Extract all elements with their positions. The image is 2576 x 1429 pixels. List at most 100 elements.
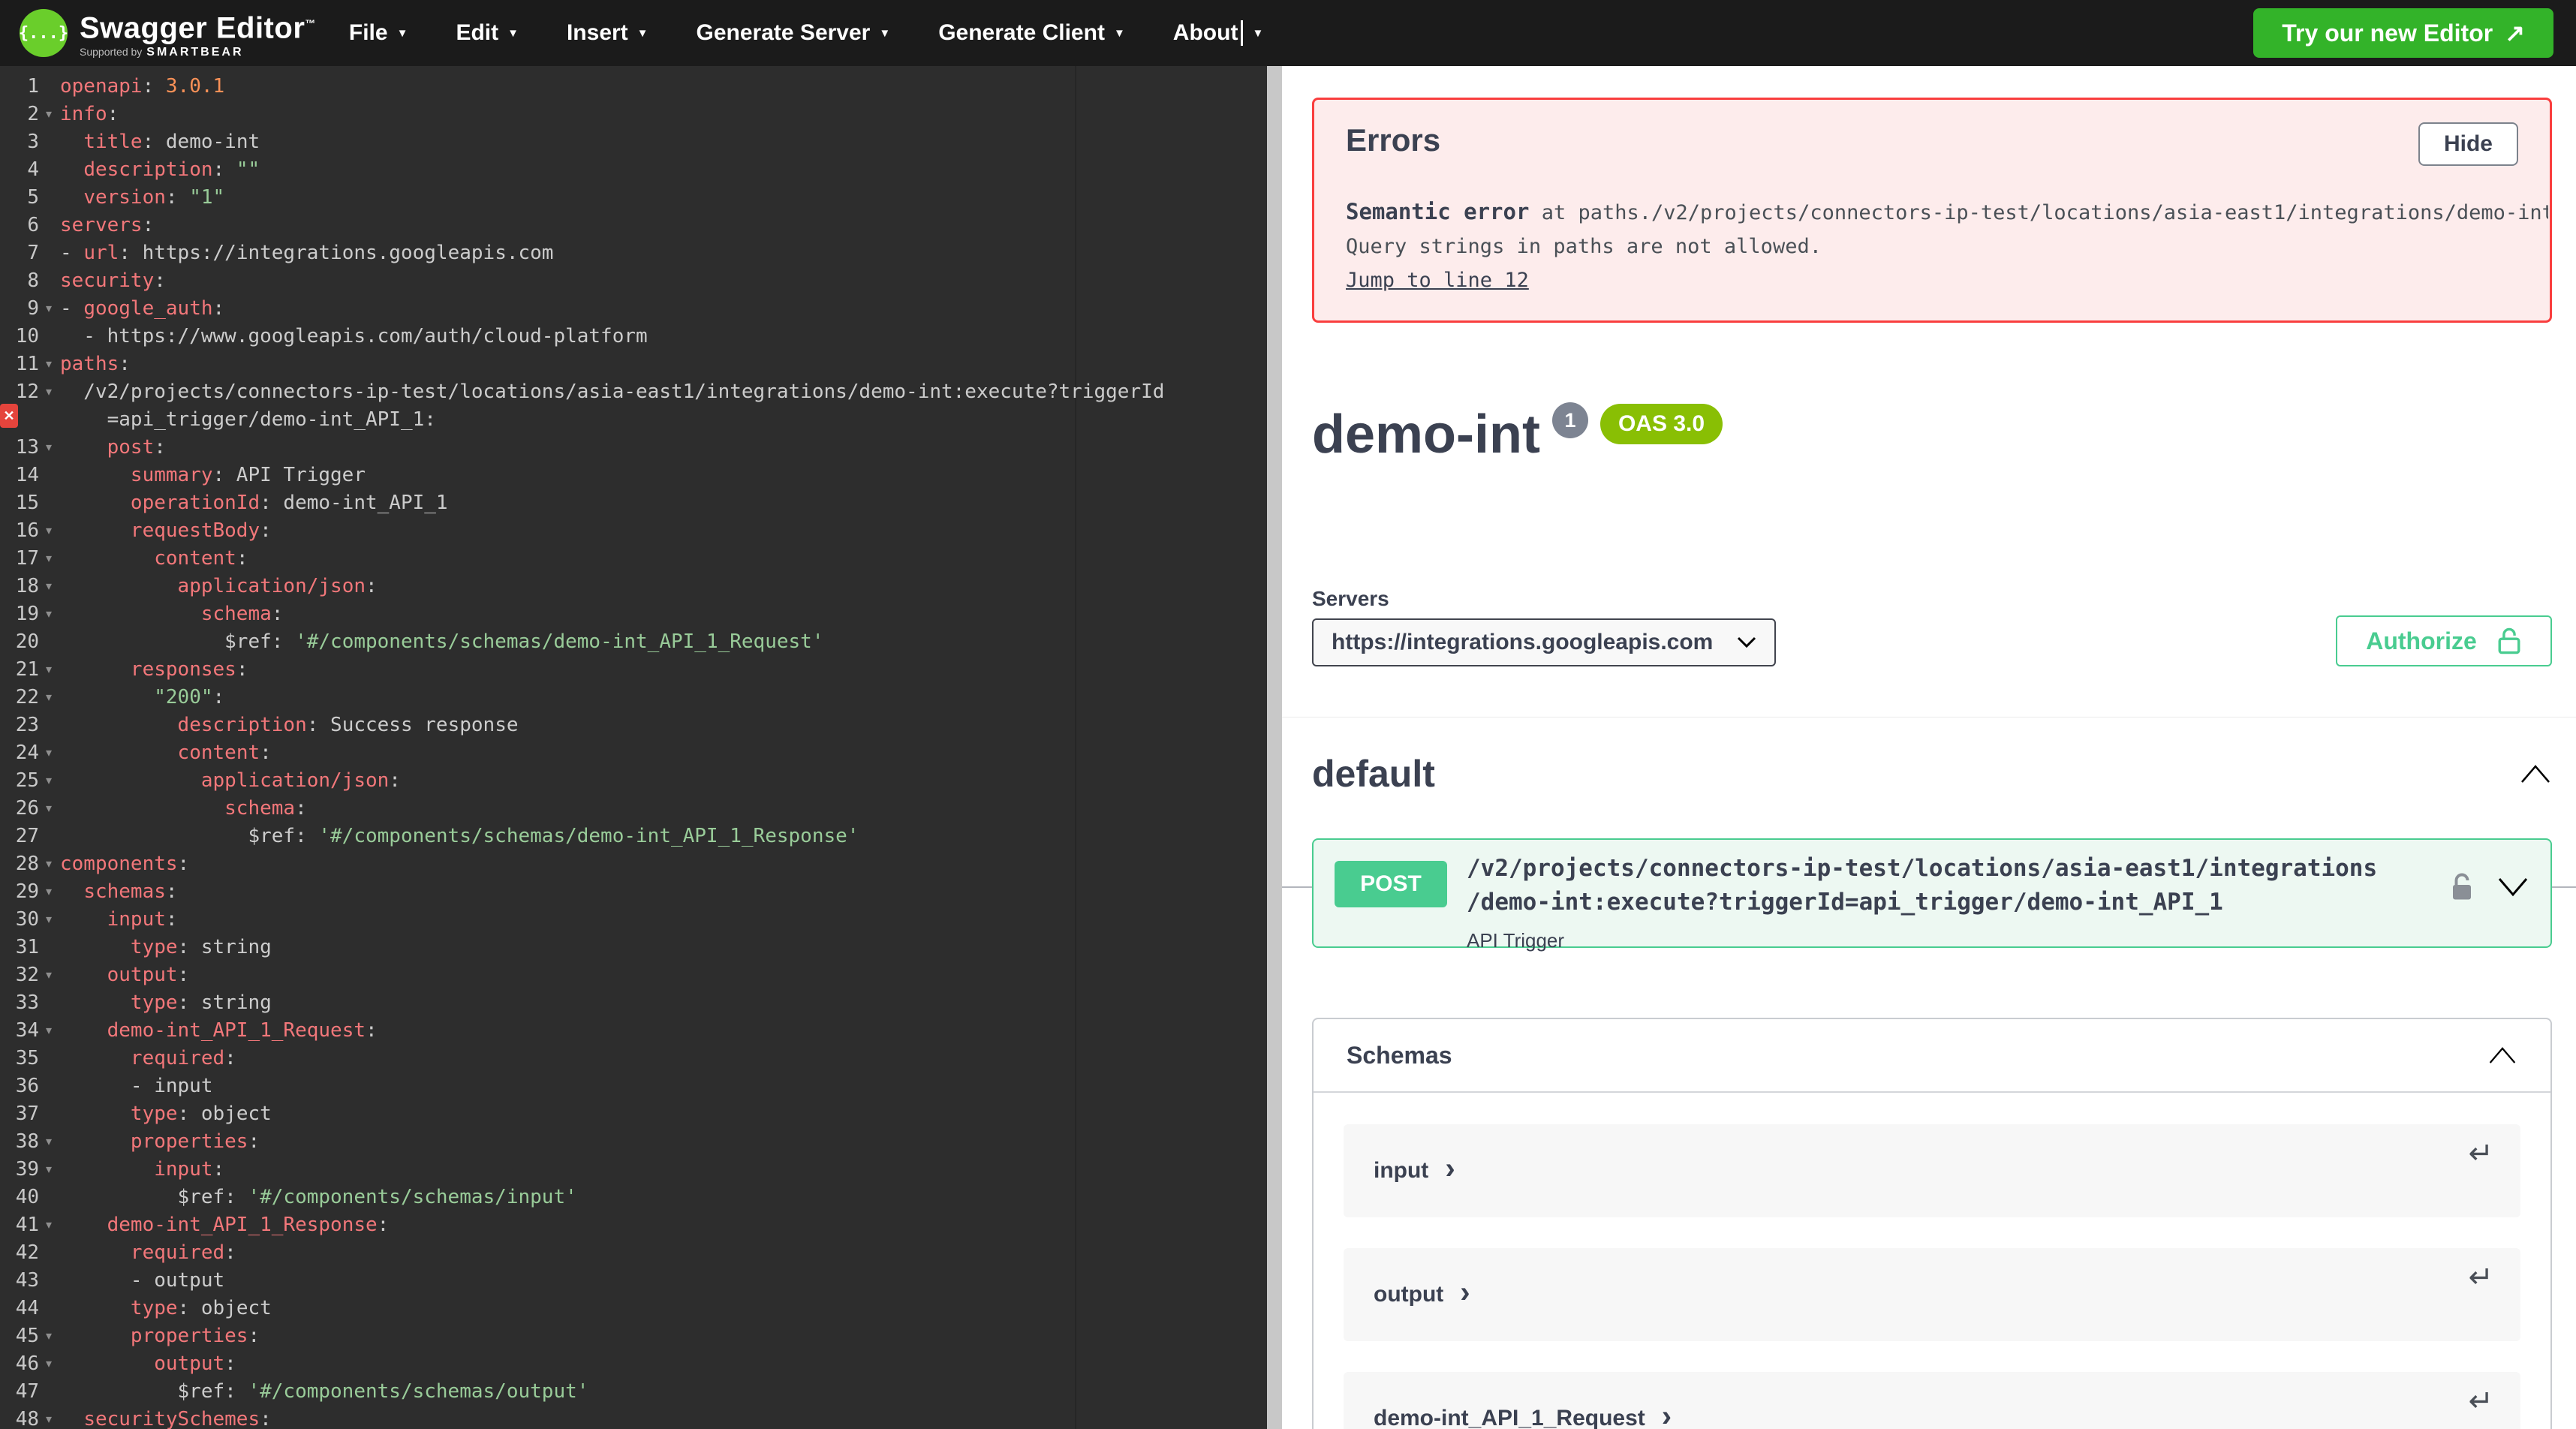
fold-arrow-icon[interactable]: ▾ xyxy=(39,850,59,878)
fold-arrow-icon[interactable]: ▾ xyxy=(39,545,59,573)
fold-arrow-icon[interactable]: ▾ xyxy=(39,795,59,823)
fold-arrow-icon[interactable]: ▾ xyxy=(39,739,59,767)
fold-arrow-icon[interactable]: ▾ xyxy=(39,378,59,406)
code-line[interactable]: 10 - https://www.googleapis.com/auth/clo… xyxy=(0,323,1267,350)
code-line[interactable]: 32 ▾ output: xyxy=(0,961,1267,989)
fold-arrow-icon[interactable]: ▾ xyxy=(39,684,59,711)
code-line[interactable]: 23 description: Success response xyxy=(0,711,1267,739)
authorize-button[interactable]: Authorize xyxy=(2336,615,2552,666)
code-line[interactable]: 24 ▾ content: xyxy=(0,739,1267,767)
expand-toggle-icon[interactable]: › xyxy=(1460,1277,1470,1307)
fold-arrow-icon[interactable]: ▾ xyxy=(39,961,59,989)
code-line[interactable]: 18 ▾ application/json: xyxy=(0,573,1267,600)
fold-arrow-icon[interactable]: ▾ xyxy=(39,906,59,934)
server-select[interactable]: https://integrations.googleapis.com xyxy=(1312,618,1776,666)
code-line[interactable]: 15 operationId: demo-int_API_1 xyxy=(0,489,1267,517)
schemas-header[interactable]: Schemas xyxy=(1314,1019,2550,1093)
code-line[interactable]: 34 ▾ demo-int_API_1_Request: xyxy=(0,1017,1267,1045)
fold-arrow-icon[interactable]: ▾ xyxy=(39,600,59,628)
code-line[interactable]: 38 ▾ properties: xyxy=(0,1128,1267,1156)
code-line[interactable]: 4 description: "" xyxy=(0,156,1267,184)
fold-arrow-icon[interactable]: ▾ xyxy=(39,101,59,128)
code-line[interactable]: 2 ▾ info: xyxy=(0,101,1267,128)
code-line[interactable]: 3 title: demo-int xyxy=(0,128,1267,156)
menu-item-file[interactable]: File ▼ xyxy=(349,20,408,46)
fold-arrow-icon[interactable]: ▾ xyxy=(39,1350,59,1378)
operation-post-row[interactable]: POST /v2/projects/connectors-ip-test/loc… xyxy=(1312,838,2552,952)
code-line[interactable]: 9 ▾ - google_auth: xyxy=(0,295,1267,323)
code-line[interactable]: 25 ▾ application/json: xyxy=(0,767,1267,795)
fold-arrow-icon[interactable]: ▾ xyxy=(39,1156,59,1184)
fold-arrow-icon[interactable]: ▾ xyxy=(39,656,59,684)
code-line[interactable]: 1 openapi: 3.0.1 xyxy=(0,73,1267,101)
menu-item-edit[interactable]: Edit ▼ xyxy=(456,20,519,46)
fold-arrow-icon[interactable]: ▾ xyxy=(39,767,59,795)
fold-arrow-icon[interactable]: ▾ xyxy=(39,350,59,378)
fold-arrow-icon[interactable]: ▾ xyxy=(39,1017,59,1045)
code-line[interactable]: 11 ▾ paths: xyxy=(0,350,1267,378)
code-line[interactable]: 28 ▾ components: xyxy=(0,850,1267,878)
hide-errors-button[interactable]: Hide xyxy=(2418,122,2518,166)
expand-toggle-icon[interactable]: › xyxy=(1662,1401,1672,1429)
code-line[interactable]: 48 ▾ securitySchemes: xyxy=(0,1406,1267,1429)
code-line[interactable]: 41 ▾ demo-int_API_1_Response: xyxy=(0,1211,1267,1239)
code-line[interactable]: 5 version: "1" xyxy=(0,184,1267,212)
fold-arrow-icon[interactable]: ▾ xyxy=(39,878,59,906)
code-line[interactable]: 47 $ref: '#/components/schemas/output' xyxy=(0,1378,1267,1406)
fold-arrow-icon[interactable]: ▾ xyxy=(39,1406,59,1429)
tag-section-default[interactable]: default xyxy=(1312,752,2552,796)
chevron-down-icon[interactable] xyxy=(2496,877,2529,898)
code-line[interactable]: 43 - output xyxy=(0,1267,1267,1295)
model-row-output[interactable]: output › ↵ xyxy=(1344,1248,2520,1341)
code-line[interactable]: 12 ▾ /v2/projects/connectors-ip-test/loca… xyxy=(0,378,1267,406)
menu-item-about[interactable]: About ▼ xyxy=(1173,20,1263,46)
code-line[interactable]: 21 ▾ responses: xyxy=(0,656,1267,684)
code-line[interactable]: 26 ▾ schema: xyxy=(0,795,1267,823)
code-line[interactable]: 16 ▾ requestBody: xyxy=(0,517,1267,545)
menu-item-insert[interactable]: Insert ▼ xyxy=(567,20,649,46)
fold-arrow-icon[interactable]: ▾ xyxy=(39,434,59,462)
code-line[interactable]: 39 ▾ input: xyxy=(0,1156,1267,1184)
model-row-input[interactable]: input › ↵ xyxy=(1344,1124,2520,1217)
code-line[interactable]: 27 $ref: '#/components/schemas/demo-int_… xyxy=(0,823,1267,850)
code-line[interactable]: 46 ▾ output: xyxy=(0,1350,1267,1378)
code-line[interactable]: 6 servers: xyxy=(0,212,1267,239)
expand-toggle-icon[interactable]: › xyxy=(1445,1154,1455,1184)
code-line[interactable]: 45 ▾ properties: xyxy=(0,1322,1267,1350)
jump-to-line-link[interactable]: Jump to line 12 xyxy=(1346,269,1529,292)
code-line[interactable]: 8 security: xyxy=(0,267,1267,295)
menu-item-generate-client[interactable]: Generate Client ▼ xyxy=(938,20,1125,46)
model-row-demo-int_api_1_request[interactable]: demo-int_API_1_Request › ↵ xyxy=(1344,1372,2520,1429)
code-line[interactable]: 40 $ref: '#/components/schemas/input' xyxy=(0,1184,1267,1211)
chevron-up-icon[interactable] xyxy=(2519,763,2552,784)
code-line[interactable]: 37 type: object xyxy=(0,1100,1267,1128)
code-line[interactable]: 30 ▾ input: xyxy=(0,906,1267,934)
code-line[interactable]: 22 ▾ "200": xyxy=(0,684,1267,711)
code-line[interactable]: 20 $ref: '#/components/schemas/demo-int_… xyxy=(0,628,1267,656)
lock-icon[interactable] xyxy=(2448,871,2475,903)
fold-arrow-icon[interactable]: ▾ xyxy=(39,295,59,323)
yaml-code-editor[interactable]: 1 openapi: 3.0.1 2 ▾ info: 3 title: demo-int 4… xyxy=(0,66,1267,1429)
try-new-editor-button[interactable]: Try our new Editor ↗ xyxy=(2253,8,2553,58)
chevron-up-icon[interactable] xyxy=(2487,1045,2517,1065)
code-line[interactable]: 42 required: xyxy=(0,1239,1267,1267)
menu-item-generate-server[interactable]: Generate Server ▼ xyxy=(697,20,891,46)
code-line[interactable]: 13 ▾ post: xyxy=(0,434,1267,462)
pane-splitter[interactable] xyxy=(1267,66,1282,1429)
code-line[interactable]: 19 ▾ schema: xyxy=(0,600,1267,628)
fold-arrow-icon[interactable]: ▾ xyxy=(39,573,59,600)
code-line[interactable]: =api_trigger/demo-int_API_1: xyxy=(0,406,1267,434)
code-line[interactable]: 31 type: string xyxy=(0,934,1267,961)
code-line[interactable]: 36 - input xyxy=(0,1073,1267,1100)
fold-arrow-icon[interactable]: ▾ xyxy=(39,1128,59,1156)
fold-arrow-icon[interactable]: ▾ xyxy=(39,1211,59,1239)
swagger-logo-icon[interactable]: {...} xyxy=(19,9,68,57)
code-line[interactable]: 14 summary: API Trigger xyxy=(0,462,1267,489)
code-line[interactable]: 29 ▾ schemas: xyxy=(0,878,1267,906)
code-line[interactable]: 33 type: string xyxy=(0,989,1267,1017)
fold-arrow-icon[interactable]: ▾ xyxy=(39,1322,59,1350)
code-line[interactable]: 44 type: object xyxy=(0,1295,1267,1322)
code-line[interactable]: 7 - url: https://integrations.googleapis.… xyxy=(0,239,1267,267)
fold-arrow-icon[interactable]: ▾ xyxy=(39,517,59,545)
code-line[interactable]: 35 required: xyxy=(0,1045,1267,1073)
